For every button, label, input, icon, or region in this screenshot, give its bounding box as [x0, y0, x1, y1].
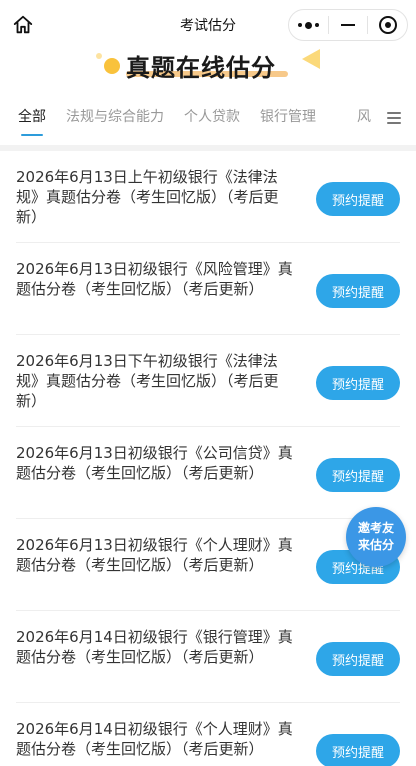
close-miniprogram-button[interactable]	[368, 10, 407, 40]
list-item[interactable]: 2026年6月13日初级银行《风险管理》真题估分卷（考生回忆版）（考后更新） 预…	[16, 243, 400, 335]
item-title: 2026年6月14日初级银行《个人理财》真题估分卷（考生回忆版）（考后更新）	[16, 720, 293, 758]
remind-button[interactable]: 预约提醒	[316, 182, 400, 216]
miniprogram-capsule	[288, 9, 408, 41]
decor-triangle	[302, 49, 320, 69]
item-title: 2026年6月13日初级银行《个人理财》真题估分卷（考生回忆版）（考后更新）	[16, 536, 293, 574]
tabs-menu-button[interactable]	[371, 98, 416, 138]
list-item[interactable]: 2026年6月13日初级银行《个人理财》真题估分卷（考生回忆版）（考后更新） 预…	[16, 519, 400, 611]
tab-risk-label: 风	[357, 109, 371, 125]
more-icon	[297, 21, 319, 29]
top-navigation-bar: 考试估分	[0, 0, 416, 48]
decor-dot	[96, 53, 102, 59]
tab-all[interactable]: 全部	[18, 98, 46, 138]
minimize-icon	[341, 24, 355, 26]
category-tabs: 全部 法规与综合能力 个人贷款 银行管理	[0, 98, 416, 138]
remind-button[interactable]: 预约提醒	[316, 734, 400, 766]
remind-button[interactable]: 预约提醒	[316, 458, 400, 492]
item-title: 2026年6月13日上午初级银行《法律法规》真题估分卷（考生回忆版）（考后更新）	[16, 168, 279, 226]
list-item[interactable]: 2026年6月14日初级银行《个人理财》真题估分卷（考生回忆版）（考后更新） 预…	[16, 703, 400, 766]
exam-list: 2026年6月13日上午初级银行《法律法规》真题估分卷（考生回忆版）（考后更新）…	[0, 151, 416, 766]
home-icon	[13, 15, 33, 34]
banner: 真题在线估分	[0, 44, 416, 86]
minimize-button[interactable]	[329, 10, 368, 40]
decor-circle	[104, 58, 120, 74]
banner-title: 真题在线估分	[126, 54, 276, 82]
item-title: 2026年6月13日下午初级银行《法律法规》真题估分卷（考生回忆版）（考后更新）	[16, 352, 279, 410]
remind-button[interactable]: 预约提醒	[316, 366, 400, 400]
item-title: 2026年6月13日初级银行《公司信贷》真题估分卷（考生回忆版）（考后更新）	[16, 444, 293, 482]
item-title: 2026年6月13日初级银行《风险管理》真题估分卷（考生回忆版）（考后更新）	[16, 260, 293, 298]
more-button[interactable]	[289, 10, 328, 40]
home-button[interactable]	[10, 12, 36, 38]
tab-risk-clipped[interactable]: 风	[357, 98, 371, 138]
remind-button[interactable]: 预约提醒	[316, 274, 400, 308]
tab-bank-management[interactable]: 银行管理	[260, 98, 316, 138]
list-item[interactable]: 2026年6月13日下午初级银行《法律法规》真题估分卷（考生回忆版）（考后更新）…	[16, 335, 400, 427]
item-title: 2026年6月14日初级银行《银行管理》真题估分卷（考生回忆版）（考后更新）	[16, 628, 293, 666]
list-item[interactable]: 2026年6月13日初级银行《公司信贷》真题估分卷（考生回忆版）（考后更新） 预…	[16, 427, 400, 519]
list-item[interactable]: 2026年6月14日初级银行《银行管理》真题估分卷（考生回忆版）（考后更新） 预…	[16, 611, 400, 703]
tab-regulations[interactable]: 法规与综合能力	[66, 98, 164, 138]
menu-icon	[386, 109, 401, 127]
list-item[interactable]: 2026年6月13日上午初级银行《法律法规》真题估分卷（考生回忆版）（考后更新）…	[16, 151, 400, 243]
target-icon	[378, 16, 397, 34]
tab-personal-loans[interactable]: 个人贷款	[184, 98, 240, 138]
invite-friends-button[interactable]: 邀考友来估分	[346, 507, 406, 567]
remind-button[interactable]: 预约提醒	[316, 642, 400, 676]
